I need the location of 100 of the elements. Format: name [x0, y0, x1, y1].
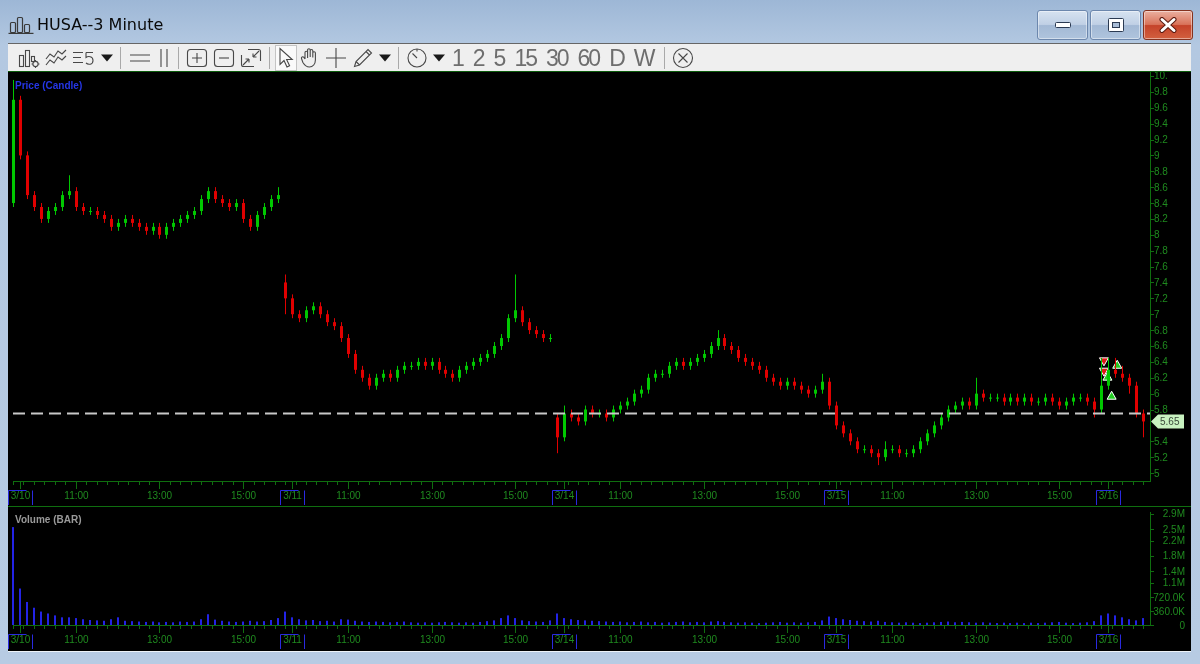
candle — [1058, 397, 1061, 410]
candle — [145, 222, 148, 236]
price-axis-label: 9.4 — [1154, 118, 1168, 130]
volume-axis-label: 2.9M — [1162, 508, 1185, 520]
price-axis-label: 9.8 — [1154, 86, 1168, 98]
time-label: 13:00 — [147, 634, 172, 645]
candle — [75, 186, 78, 212]
date-label: 3/11 — [280, 634, 305, 650]
candle — [682, 357, 685, 371]
candle — [472, 357, 475, 371]
time-label: 11:00 — [336, 490, 361, 501]
candle — [640, 385, 643, 399]
caret-icon — [433, 53, 445, 62]
time-label: 11:00 — [608, 490, 633, 501]
close-icon — [1159, 17, 1177, 33]
candle — [26, 150, 29, 200]
price-axis-label: 8.6 — [1154, 181, 1168, 193]
candle — [751, 357, 754, 371]
diagonal-arrows-icon — [240, 47, 262, 68]
candle — [591, 405, 594, 418]
candle — [458, 365, 461, 383]
candle — [919, 436, 922, 454]
minimize-button[interactable] — [1037, 10, 1088, 40]
candle — [486, 349, 489, 363]
candle — [493, 341, 496, 359]
time-label: 13:00 — [692, 634, 717, 645]
candle — [612, 405, 615, 422]
candle — [138, 218, 141, 232]
interval-button[interactable]: 1 — [448, 44, 468, 71]
price-axis-label: 9.2 — [1154, 134, 1168, 145]
candle — [556, 413, 559, 454]
candle — [417, 357, 420, 371]
x-tick-label: 3/10 — [10, 490, 31, 501]
interval-button[interactable]: 5 — [489, 44, 510, 71]
date-label: 3/16 — [1096, 634, 1121, 650]
candle — [333, 317, 336, 331]
interval-button[interactable]: 15 — [510, 44, 541, 71]
candle — [1003, 393, 1006, 407]
candle — [382, 369, 385, 383]
price-axis-label: 5.8 — [1154, 404, 1168, 415]
candle — [375, 373, 378, 391]
candle — [863, 444, 866, 454]
time-label: 15:00 — [1047, 634, 1072, 645]
volume-axis-label: 1.1M — [1162, 577, 1185, 589]
candle — [549, 333, 552, 343]
candle — [717, 329, 720, 351]
bar-chart-gear-icon — [18, 47, 40, 68]
candle — [263, 202, 266, 220]
candle — [249, 214, 252, 232]
candle — [905, 448, 908, 458]
candle — [723, 333, 726, 351]
candle — [451, 369, 454, 383]
candle — [807, 385, 810, 399]
interval-button[interactable]: 2 — [468, 44, 489, 71]
time-label: 15:00 — [775, 490, 800, 501]
time-label: 11:00 — [336, 634, 361, 645]
interval-button[interactable]: W — [629, 44, 659, 71]
x-tick-label: 3/14 — [554, 490, 575, 501]
price-axis-label: 9 — [1154, 149, 1160, 161]
candle — [654, 369, 657, 383]
close-button[interactable] — [1143, 10, 1193, 40]
time-label: 15:00 — [503, 490, 528, 501]
price-axis-label: 6.2 — [1154, 372, 1168, 384]
candle — [165, 222, 168, 240]
pointer-tool-button[interactable] — [275, 44, 297, 71]
candle — [703, 349, 706, 363]
time-label: 15:00 — [503, 634, 528, 645]
price-axis-label: 5.4 — [1154, 435, 1168, 447]
maximize-button[interactable] — [1090, 10, 1141, 40]
candle — [577, 413, 580, 426]
interval-button[interactable]: 30 — [542, 44, 573, 71]
last-price-tag: 5.65 — [1151, 414, 1184, 429]
candle — [1030, 393, 1033, 407]
volume-axis-label: 0 — [1179, 619, 1185, 631]
candle — [33, 190, 36, 212]
chart-title: Price (Candle) — [15, 80, 83, 91]
candle — [689, 357, 692, 371]
date-label: 3/10 — [8, 490, 33, 506]
candle — [103, 210, 106, 224]
x-tick-label: 3/16 — [1098, 490, 1119, 501]
candle — [389, 369, 392, 383]
zoom-out-icon — [213, 47, 235, 68]
candle — [186, 210, 189, 224]
candle — [298, 309, 301, 323]
time-label: 13:00 — [147, 490, 172, 501]
price-axis-label: 7.2 — [1154, 292, 1168, 304]
candle — [354, 349, 357, 375]
candle — [54, 202, 57, 216]
candle — [528, 317, 531, 335]
date-label: 3/14 — [552, 490, 577, 506]
candle — [277, 186, 280, 204]
down-triangle-icon — [1098, 357, 1109, 367]
interval-button[interactable]: 60 — [573, 44, 605, 71]
candle — [800, 381, 803, 395]
volume-axis-label: 2.2M — [1162, 535, 1185, 547]
candle — [647, 373, 650, 395]
interval-button[interactable]: D — [605, 44, 629, 71]
price-axis-label: 8.2 — [1154, 213, 1168, 225]
crosshair-icon — [325, 46, 347, 69]
candle — [242, 198, 245, 224]
